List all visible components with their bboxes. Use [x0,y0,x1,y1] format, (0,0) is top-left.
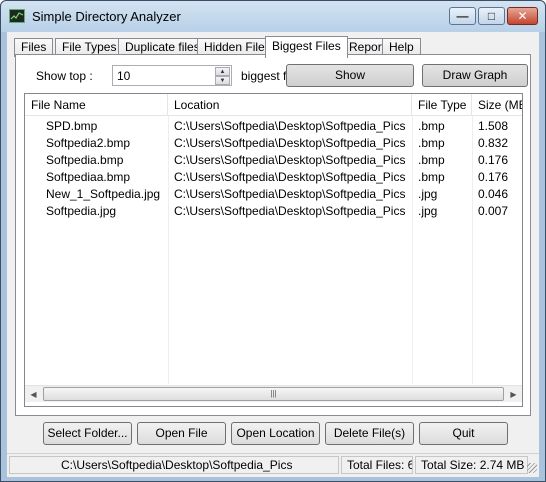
client-area: Files File Types Duplicate files Hidden … [7,32,539,477]
close-button[interactable]: ✕ [507,7,538,25]
minimize-button[interactable]: — [449,7,476,25]
scroll-thumb[interactable]: ||| [43,387,504,401]
location-cell: C:\Users\Softpedia\Desktop\Softpedia_Pic… [174,187,406,201]
status-path: C:\Users\Softpedia\Desktop\Softpedia_Pic… [9,456,339,474]
file-type-cell: .bmp [418,136,445,150]
scroll-right-icon[interactable]: ▶ [505,386,522,403]
status-total-size: Total Size: 2.74 MB [415,456,528,474]
table-row[interactable]: Softpedia2.bmp C:\Users\Softpedia\Deskto… [25,135,522,152]
size-cell: 0.176 [478,170,509,184]
size-cell: 0.832 [478,136,509,150]
column-header-location[interactable]: Location [168,94,412,116]
app-monitor-icon [9,9,25,23]
show-top-label: Show top : [36,69,93,83]
location-cell: C:\Users\Softpedia\Desktop\Softpedia_Pic… [174,153,406,167]
file-name-cell: Softpedia.bmp [46,153,124,167]
column-header-file-type[interactable]: File Type [412,94,472,116]
size-cell: 1.508 [478,119,509,133]
file-type-cell: .bmp [418,153,445,167]
show-top-value[interactable]: 10 [117,69,130,83]
table-row[interactable]: Softpediaa.bmp C:\Users\Softpedia\Deskto… [25,169,522,186]
list-header: File Name Location File Type Size (MB [25,94,522,116]
file-name-cell: Softpedia2.bmp [46,136,131,150]
file-name-cell: Softpedia.jpg [46,204,117,218]
file-type-cell: .bmp [418,119,445,133]
open-file-button[interactable]: Open File [137,422,226,445]
file-type-cell: .jpg [418,187,438,201]
file-name-cell: New_1_Softpedia.jpg [46,187,161,201]
file-type-cell: .jpg [418,204,438,218]
spin-up-icon[interactable]: ▲ [215,67,230,76]
select-folder-button[interactable]: Select Folder... [43,422,132,445]
status-bar: C:\Users\Softpedia\Desktop\Softpedia_Pic… [7,453,539,475]
quit-button[interactable]: Quit [419,422,508,445]
biggest-files-panel: Show top : 10 ▲ ▼ biggest files Show Dra… [15,54,531,416]
table-row[interactable]: New_1_Softpedia.jpg C:\Users\Softpedia\D… [25,186,522,203]
biggest-files-list[interactable]: File Name Location File Type Size (MB SP… [24,93,523,407]
horizontal-scrollbar[interactable]: ◀ ||| ▶ [25,385,522,402]
show-button[interactable]: Show [286,64,414,87]
file-name-cell: SPD.bmp [46,119,98,133]
resize-grip-icon[interactable] [527,463,537,473]
scroll-left-icon[interactable]: ◀ [25,386,42,403]
window-title: Simple Directory Analyzer [32,9,181,24]
location-cell: C:\Users\Softpedia\Desktop\Softpedia_Pic… [174,119,406,133]
list-body: SPD.bmp C:\Users\Softpedia\Desktop\Softp… [25,116,522,384]
file-name-cell: Softpediaa.bmp [46,170,131,184]
location-cell: C:\Users\Softpedia\Desktop\Softpedia_Pic… [174,170,406,184]
minimize-icon: — [456,9,469,23]
location-cell: C:\Users\Softpedia\Desktop\Softpedia_Pic… [174,136,406,150]
file-type-cell: .bmp [418,170,445,184]
close-icon: ✕ [517,9,528,23]
open-location-button[interactable]: Open Location [231,422,320,445]
column-header-size[interactable]: Size (MB [472,94,522,116]
delete-files-button[interactable]: Delete File(s) [325,422,414,445]
tab-biggest-files[interactable]: Biggest Files [265,36,348,58]
table-row[interactable]: Softpedia.jpg C:\Users\Softpedia\Desktop… [25,203,522,220]
show-top-spinner[interactable]: 10 ▲ ▼ [112,65,232,86]
status-total-files: Total Files: 6 [341,456,413,474]
column-header-file-name[interactable]: File Name [25,94,168,116]
table-row[interactable]: Softpedia.bmp C:\Users\Softpedia\Desktop… [25,152,522,169]
size-cell: 0.046 [478,187,509,201]
location-cell: C:\Users\Softpedia\Desktop\Softpedia_Pic… [174,204,406,218]
title-bar[interactable]: Simple Directory Analyzer — □ ✕ [1,1,545,32]
draw-graph-button[interactable]: Draw Graph [422,64,528,87]
table-row[interactable]: SPD.bmp C:\Users\Softpedia\Desktop\Softp… [25,118,522,135]
maximize-icon: □ [487,9,496,23]
size-cell: 0.007 [478,204,509,218]
spin-down-icon[interactable]: ▼ [215,76,230,85]
size-cell: 0.176 [478,153,509,167]
app-window: Simple Directory Analyzer — □ ✕ Files Fi… [0,0,546,482]
maximize-button[interactable]: □ [478,7,505,25]
